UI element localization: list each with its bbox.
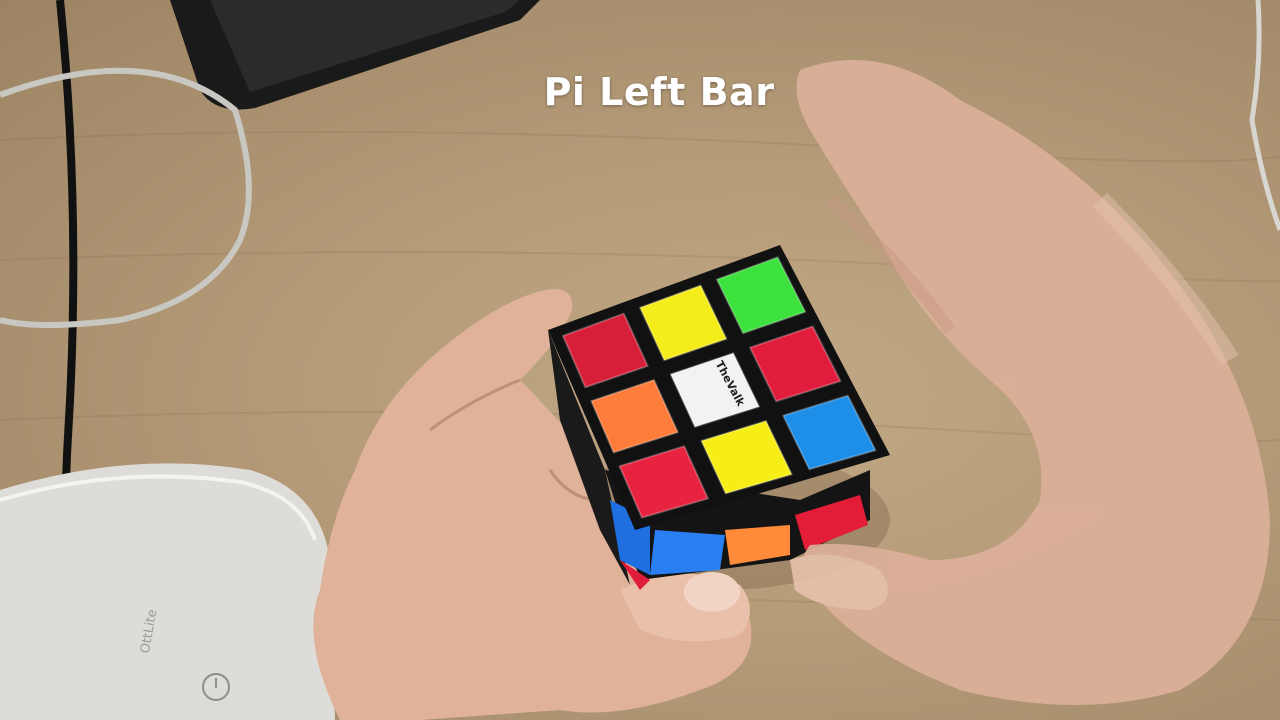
photo-scene: Pi Left Bar TheValk OttLite [0,0,1280,720]
right-hand [790,60,1270,705]
caption-title: Pi Left Bar [543,70,775,114]
white-cable [1249,0,1280,231]
